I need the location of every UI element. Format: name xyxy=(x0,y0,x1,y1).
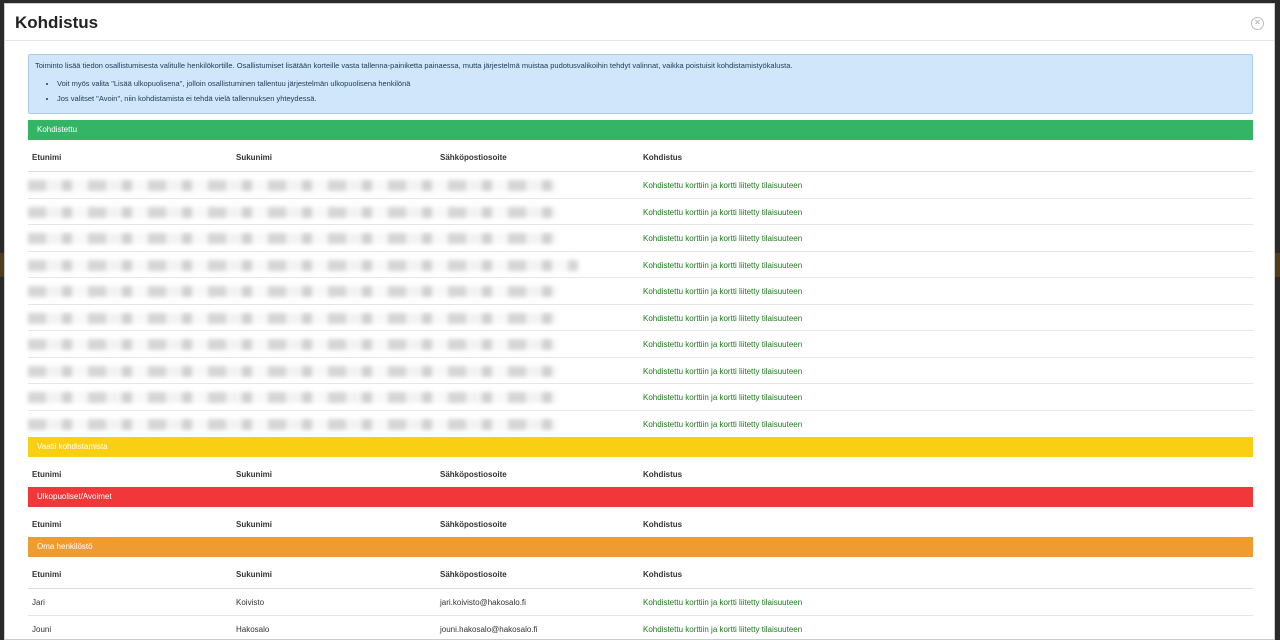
status-text: Kohdistettu korttiin ja kortti liitetty … xyxy=(643,366,803,376)
column-header-first-name: Etunimi xyxy=(32,520,62,529)
kohdistus-dialog: Kohdistus ✕ Toiminto lisää tiedon osalli… xyxy=(4,3,1275,640)
column-header-first-name: Etunimi xyxy=(32,470,62,479)
redacted-personal-data xyxy=(28,418,558,430)
first-name-cell: Jouni xyxy=(32,624,52,634)
redacted-personal-data xyxy=(28,339,558,350)
column-header-email: Sähköpostiosoite xyxy=(440,570,507,579)
section-header-kohdistettu: Kohdistettu xyxy=(28,120,1253,140)
redacted-personal-data xyxy=(28,392,558,403)
redacted-personal-data xyxy=(28,286,558,297)
status-text: Kohdistettu korttiin ja kortti liitetty … xyxy=(643,234,803,243)
column-header-target: Kohdistus xyxy=(643,153,683,162)
column-header-target: Kohdistus xyxy=(643,470,683,479)
status-text: Kohdistettu korttiin ja kortti liitetty … xyxy=(643,181,803,190)
column-header-last-name: Sukunimi xyxy=(236,570,273,579)
table-row: Kohdistettu korttiin ja kortti liitetty … xyxy=(28,411,1253,438)
status-text: Kohdistettu korttiin ja kortti liitetty … xyxy=(643,260,803,270)
table-row: Jouni Hakosalo jouni.hakosalo@hakosalo.f… xyxy=(28,616,1253,640)
dialog-header: Kohdistus ✕ xyxy=(5,4,1274,41)
status-text: Kohdistettu korttiin ja kortti liitetty … xyxy=(643,287,803,296)
table-row: Kohdistettu korttiin ja kortti liitetty … xyxy=(28,199,1253,225)
email-cell: jari.koivisto@hakosalo.fi xyxy=(440,598,526,607)
status-text: Kohdistettu korttiin ja kortti liitetty … xyxy=(643,313,803,323)
info-bullet: Voit myös valita "Lisää ulkopuolisena", … xyxy=(57,79,1246,88)
redacted-personal-data xyxy=(28,206,558,218)
status-text: Kohdistettu korttiin ja kortti liitetty … xyxy=(643,624,803,634)
last-name-cell: Hakosalo xyxy=(236,624,270,634)
section-header-ulkopuoliset-avoimet: Ulkopuoliset/Avoimet xyxy=(28,487,1253,507)
column-header-email: Sähköpostiosoite xyxy=(440,520,507,529)
column-header-target: Kohdistus xyxy=(643,520,683,529)
table-row: Kohdistettu korttiin ja kortti liitetty … xyxy=(28,384,1253,411)
redacted-personal-data xyxy=(28,312,558,324)
table-header: Etunimi Sukunimi Sähköpostiosoite Kohdis… xyxy=(28,457,1253,487)
table-row: Kohdistettu korttiin ja kortti liitetty … xyxy=(28,225,1253,252)
table-row: Kohdistettu korttiin ja kortti liitetty … xyxy=(28,358,1253,384)
column-header-target: Kohdistus xyxy=(643,570,683,579)
redacted-personal-data xyxy=(28,180,558,191)
email-cell: jouni.hakosalo@hakosalo.fi xyxy=(440,624,538,634)
table-row: Kohdistettu korttiin ja kortti liitetty … xyxy=(28,172,1253,199)
column-header-email: Sähköpostiosoite xyxy=(440,153,507,162)
column-header-last-name: Sukunimi xyxy=(236,470,273,479)
first-name-cell: Jari xyxy=(32,598,45,607)
last-name-cell: Koivisto xyxy=(236,598,265,607)
table-header: Etunimi Sukunimi Sähköpostiosoite Kohdis… xyxy=(28,507,1253,537)
column-header-first-name: Etunimi xyxy=(32,570,62,579)
status-text: Kohdistettu korttiin ja kortti liitetty … xyxy=(643,419,803,429)
table-row: Kohdistettu korttiin ja kortti liitetty … xyxy=(28,305,1253,331)
info-box: Toiminto lisää tiedon osallistumisesta v… xyxy=(28,54,1253,114)
table-row: Kohdistettu korttiin ja kortti liitetty … xyxy=(28,278,1253,305)
status-text: Kohdistettu korttiin ja kortti liitetty … xyxy=(643,207,803,217)
table-row: Jari Koivisto jari.koivisto@hakosalo.fi … xyxy=(28,589,1253,616)
info-text: Toiminto lisää tiedon osallistumisesta v… xyxy=(35,61,793,70)
table-header: Etunimi Sukunimi Sähköpostiosoite Kohdis… xyxy=(28,557,1253,589)
dialog-title: Kohdistus xyxy=(15,13,99,32)
status-text: Kohdistettu korttiin ja kortti liitetty … xyxy=(643,393,803,402)
column-header-first-name: Etunimi xyxy=(32,153,62,162)
dialog-body: Toiminto lisää tiedon osallistumisesta v… xyxy=(28,54,1253,640)
column-header-email: Sähköpostiosoite xyxy=(440,470,507,479)
close-icon[interactable]: ✕ xyxy=(1251,17,1264,30)
redacted-personal-data xyxy=(28,259,578,271)
status-text: Kohdistettu korttiin ja kortti liitetty … xyxy=(643,340,803,349)
table-row: Kohdistettu korttiin ja kortti liitetty … xyxy=(28,331,1253,358)
section-header-vaatii-kohdistamista: Vaatii kohdistamista xyxy=(28,437,1253,457)
column-header-last-name: Sukunimi xyxy=(236,153,273,162)
table-header: Etunimi Sukunimi Sähköpostiosoite Kohdis… xyxy=(28,140,1253,172)
section-header-oma-henkilosto: Oma henkilöstö xyxy=(28,537,1253,557)
redacted-personal-data xyxy=(28,233,558,244)
redacted-personal-data xyxy=(28,365,558,377)
table-row: Kohdistettu korttiin ja kortti liitetty … xyxy=(28,252,1253,278)
status-text: Kohdistettu korttiin ja kortti liitetty … xyxy=(643,598,803,607)
column-header-last-name: Sukunimi xyxy=(236,520,273,529)
info-list: Voit myös valita "Lisää ulkopuolisena", … xyxy=(35,79,1246,103)
info-bullet: Jos valitset "Avoin", niin kohdistamista… xyxy=(57,94,1246,103)
